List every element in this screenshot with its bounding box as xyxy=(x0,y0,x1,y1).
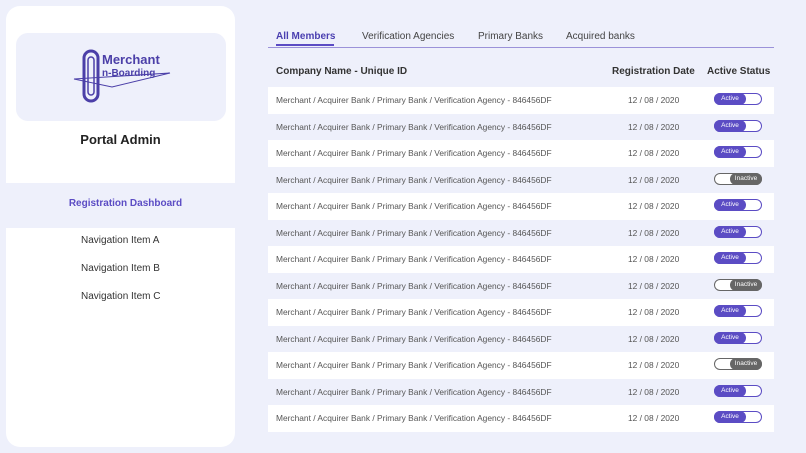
table-row: Merchant / Acquirer Bank / Primary Bank … xyxy=(268,326,774,353)
svg-text:Merchant: Merchant xyxy=(102,52,160,67)
table-row: Merchant / Acquirer Bank / Primary Bank … xyxy=(268,220,774,247)
status-toggle-label: Active xyxy=(714,331,746,344)
tab-primary-banks[interactable]: Primary Banks xyxy=(478,31,543,42)
status-toggle[interactable]: Inactive xyxy=(714,358,762,370)
header-company-name: Company Name - Unique ID xyxy=(276,66,408,77)
status-toggle[interactable]: Active xyxy=(714,411,762,423)
status-toggle-label: Active xyxy=(714,119,746,132)
company-name-cell: Merchant / Acquirer Bank / Primary Bank … xyxy=(276,280,552,291)
merchant-onboarding-logo: Merchant n-Boarding xyxy=(73,49,171,103)
registration-date-cell: 12 / 08 / 2020 xyxy=(628,280,680,291)
header-active-status: Active Status xyxy=(707,66,771,77)
status-toggle-label: Active xyxy=(714,252,746,264)
status-toggle[interactable]: Active xyxy=(714,384,762,397)
registration-date-cell: 12 / 08 / 2020 xyxy=(628,227,680,238)
status-toggle-label: Active xyxy=(714,225,746,238)
tab-bar: All Members Verification Agencies Primar… xyxy=(268,26,774,48)
status-toggle-label: Inactive xyxy=(730,358,762,370)
status-toggle-label: Active xyxy=(714,305,746,317)
table-header: Company Name - Unique ID Registration Da… xyxy=(268,60,774,84)
status-toggle[interactable]: Active xyxy=(714,225,762,238)
status-toggle-label: Active xyxy=(714,146,746,158)
registration-date-cell: 12 / 08 / 2020 xyxy=(628,254,680,264)
table-row: Merchant / Acquirer Bank / Primary Bank … xyxy=(268,273,774,300)
status-toggle-label: Active xyxy=(714,411,746,423)
status-toggle[interactable]: Inactive xyxy=(714,278,762,291)
company-name-cell: Merchant / Acquirer Bank / Primary Bank … xyxy=(276,148,552,158)
logo-card: Merchant n-Boarding xyxy=(16,33,226,121)
registration-date-cell: 12 / 08 / 2020 xyxy=(628,386,680,397)
table-row: Merchant / Acquirer Bank / Primary Bank … xyxy=(268,167,774,194)
status-toggle[interactable]: Active xyxy=(714,146,762,158)
table-row: Merchant / Acquirer Bank / Primary Bank … xyxy=(268,379,774,406)
registration-date-cell: 12 / 08 / 2020 xyxy=(628,307,680,317)
header-registration-date: Registration Date xyxy=(612,66,695,77)
table-row: Merchant / Acquirer Bank / Primary Bank … xyxy=(268,299,774,326)
table-row: Merchant / Acquirer Bank / Primary Bank … xyxy=(268,246,774,273)
table-row: Merchant / Acquirer Bank / Primary Bank … xyxy=(268,87,774,114)
status-toggle[interactable]: Active xyxy=(714,119,762,132)
table-row: Merchant / Acquirer Bank / Primary Bank … xyxy=(268,114,774,141)
registration-date-cell: 12 / 08 / 2020 xyxy=(628,174,680,185)
status-toggle-label: Inactive xyxy=(730,172,762,185)
status-toggle-label: Inactive xyxy=(730,278,762,291)
status-toggle-label: Active xyxy=(714,384,746,397)
registration-date-cell: 12 / 08 / 2020 xyxy=(628,95,680,105)
status-toggle[interactable]: Active xyxy=(714,252,762,264)
members-table: Merchant / Acquirer Bank / Primary Bank … xyxy=(268,87,774,432)
company-name-cell: Merchant / Acquirer Bank / Primary Bank … xyxy=(276,95,552,105)
active-tab-indicator xyxy=(276,44,334,46)
company-name-cell: Merchant / Acquirer Bank / Primary Bank … xyxy=(276,360,552,370)
registration-date-cell: 12 / 08 / 2020 xyxy=(628,360,680,370)
status-toggle[interactable]: Active xyxy=(714,199,762,211)
registration-date-cell: 12 / 08 / 2020 xyxy=(628,148,680,158)
status-toggle[interactable]: Active xyxy=(714,93,762,105)
company-name-cell: Merchant / Acquirer Bank / Primary Bank … xyxy=(276,413,552,423)
status-toggle[interactable]: Inactive xyxy=(714,172,762,185)
table-row: Merchant / Acquirer Bank / Primary Bank … xyxy=(268,405,774,432)
status-toggle[interactable]: Active xyxy=(714,331,762,344)
company-name-cell: Merchant / Acquirer Bank / Primary Bank … xyxy=(276,333,552,344)
registration-date-cell: 12 / 08 / 2020 xyxy=(628,333,680,344)
company-name-cell: Merchant / Acquirer Bank / Primary Bank … xyxy=(276,307,552,317)
table-row: Merchant / Acquirer Bank / Primary Bank … xyxy=(268,193,774,220)
status-toggle-label: Active xyxy=(714,199,746,211)
tab-verification-agencies[interactable]: Verification Agencies xyxy=(362,31,454,42)
tab-all-members[interactable]: All Members xyxy=(276,31,335,42)
registration-date-cell: 12 / 08 / 2020 xyxy=(628,201,680,211)
table-row: Merchant / Acquirer Bank / Primary Bank … xyxy=(268,140,774,167)
portal-title: Portal Admin xyxy=(80,132,161,147)
company-name-cell: Merchant / Acquirer Bank / Primary Bank … xyxy=(276,201,552,211)
tab-acquired-banks[interactable]: Acquired banks xyxy=(566,31,635,42)
sidebar-item-c[interactable]: Navigation Item C xyxy=(81,291,160,302)
status-toggle[interactable]: Active xyxy=(714,305,762,317)
sidebar-item-b[interactable]: Navigation Item B xyxy=(81,263,160,274)
company-name-cell: Merchant / Acquirer Bank / Primary Bank … xyxy=(276,254,552,264)
company-name-cell: Merchant / Acquirer Bank / Primary Bank … xyxy=(276,174,552,185)
sidebar-item-a[interactable]: Navigation Item A xyxy=(81,235,159,246)
company-name-cell: Merchant / Acquirer Bank / Primary Bank … xyxy=(276,386,552,397)
company-name-cell: Merchant / Acquirer Bank / Primary Bank … xyxy=(276,121,552,132)
registration-date-cell: 12 / 08 / 2020 xyxy=(628,413,680,423)
sidebar-item-registration-dashboard[interactable]: Registration Dashboard xyxy=(16,184,235,222)
sidebar: Merchant n-Boarding Portal Admin Registr… xyxy=(6,6,235,447)
svg-text:n-Boarding: n-Boarding xyxy=(102,68,155,79)
registration-date-cell: 12 / 08 / 2020 xyxy=(628,121,680,132)
company-name-cell: Merchant / Acquirer Bank / Primary Bank … xyxy=(276,227,552,238)
status-toggle-label: Active xyxy=(714,93,746,105)
table-row: Merchant / Acquirer Bank / Primary Bank … xyxy=(268,352,774,379)
